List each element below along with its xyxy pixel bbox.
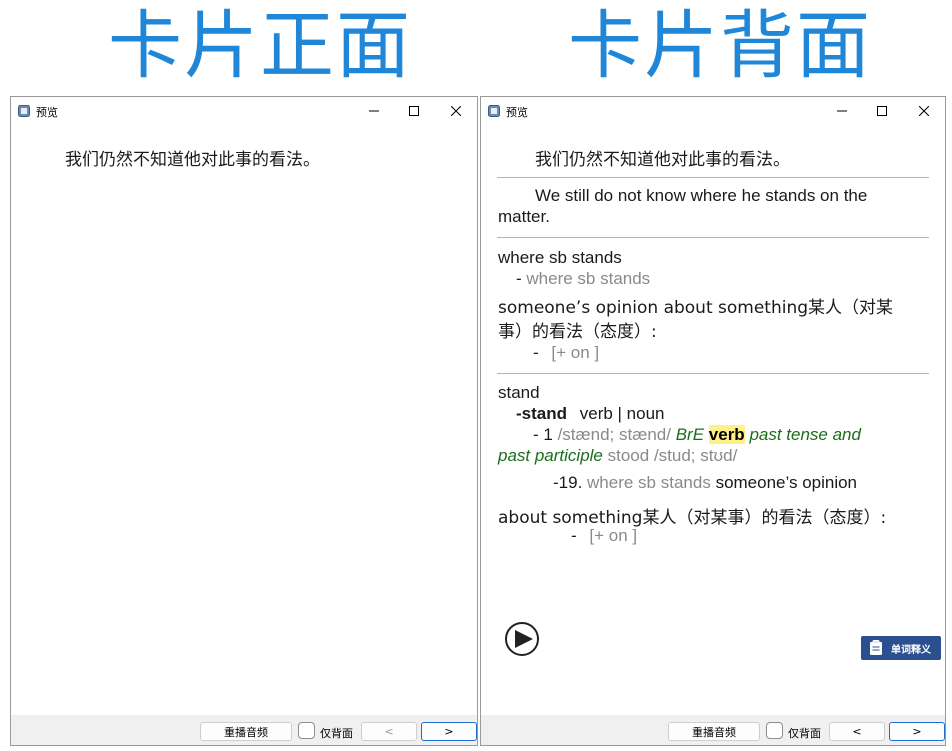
replay-audio-button[interactable]: 重播音频 xyxy=(200,722,292,741)
word-sense-def1: someone’s opinion xyxy=(715,473,858,492)
sentence-chinese: 我们仍然不知道他对此事的看法。 xyxy=(65,150,320,170)
word-definition-button[interactable]: 单词释义 xyxy=(861,636,941,660)
word-sense-def2: about something某人（对某事）的看法（态度）: xyxy=(498,508,887,528)
phrase-definition-line1: someone’s opinion about something某人（对某 xyxy=(498,298,894,318)
word-sense-line2: past participle stood /stud; stʊd/ xyxy=(498,446,737,466)
preview-window-front: 预览 我们仍然不知道他对此事的看法。 重播音频 仅背面 < > xyxy=(10,96,478,746)
divider xyxy=(497,177,929,178)
back-only-label: 仅背面 xyxy=(320,727,353,740)
divider xyxy=(497,373,929,374)
window-footer: 重播音频 仅背面 < > xyxy=(481,715,945,745)
phrase-note: - [+ on ] xyxy=(533,343,599,363)
prev-button[interactable]: < xyxy=(361,722,417,741)
word-stood: stood xyxy=(607,446,650,465)
minimize-icon xyxy=(369,110,379,112)
clipboard-icon xyxy=(870,640,882,655)
play-icon xyxy=(515,630,533,648)
word-verb-label: verb xyxy=(708,425,745,444)
sentence-english-line2: matter. xyxy=(498,207,550,226)
preview-window-back: 预览 我们仍然不知道他对此事的看法。 We still do not know … xyxy=(480,96,946,746)
word-bold: stand xyxy=(521,404,568,423)
word-sense-line1: - 1 /stænd; stænd/ BrE verb past tense a… xyxy=(533,425,861,445)
front-card-heading: 卡片正面 xyxy=(108,3,412,89)
phrase-note-text: [+ on ] xyxy=(551,343,600,362)
phrase-definition-line2: 事）的看法（态度）: xyxy=(498,322,657,342)
back-card-heading: 卡片背面 xyxy=(568,3,872,89)
window-footer: 重播音频 仅背面 < > xyxy=(11,715,477,745)
maximize-icon xyxy=(877,106,887,116)
word-sense-prefix: - 1 xyxy=(533,425,553,444)
next-button[interactable]: > xyxy=(421,722,477,741)
word-definition-label: 单词释义 xyxy=(891,644,931,656)
maximize-button[interactable] xyxy=(871,100,893,122)
maximize-button[interactable] xyxy=(403,100,425,122)
play-audio-button[interactable] xyxy=(505,622,539,656)
word-past-participle: past participle xyxy=(498,446,603,465)
close-icon xyxy=(919,106,929,116)
window-title: 预览 xyxy=(36,106,58,119)
close-button[interactable] xyxy=(445,100,467,122)
minimize-icon xyxy=(837,110,847,112)
phrase-note-prefix: - xyxy=(533,343,539,362)
word-past-tense: past tense and xyxy=(749,425,861,444)
word-sense-phrase: where sb stands xyxy=(587,473,711,492)
phrase-example: - where sb stands xyxy=(516,269,650,289)
card-back-content: 我们仍然不知道他对此事的看法。 We still do not know whe… xyxy=(481,125,945,715)
phrase-example-prefix: - xyxy=(516,269,527,288)
back-only-label: 仅背面 xyxy=(788,727,821,740)
title-bar: 预览 xyxy=(11,97,477,125)
sentence-english-line1: We still do not know where he stands on … xyxy=(535,186,868,205)
word-note-text: [+ on ] xyxy=(589,526,638,545)
maximize-icon xyxy=(409,106,419,116)
window-title: 预览 xyxy=(506,106,528,119)
sentence-chinese: 我们仍然不知道他对此事的看法。 xyxy=(535,150,790,170)
card-front-content: 我们仍然不知道他对此事的看法。 xyxy=(11,125,477,715)
title-bar: 预览 xyxy=(481,97,945,125)
back-only-checkbox[interactable] xyxy=(298,722,315,739)
divider xyxy=(497,237,929,238)
prev-button[interactable]: < xyxy=(829,722,885,741)
minimize-button[interactable] xyxy=(831,100,853,122)
close-button[interactable] xyxy=(913,100,935,122)
back-only-checkbox[interactable] xyxy=(766,722,783,739)
phrase-example-text: where sb stands xyxy=(526,269,651,288)
close-icon xyxy=(451,106,461,116)
word-note: - [+ on ] xyxy=(571,526,637,546)
replay-audio-button[interactable]: 重播音频 xyxy=(668,722,760,741)
app-icon xyxy=(488,105,500,117)
word-stood-pron: /stud; stʊd/ xyxy=(653,446,738,465)
word-sense-num: -19. xyxy=(553,473,583,492)
word-headword: stand xyxy=(498,383,540,402)
minimize-button[interactable] xyxy=(363,100,385,122)
word-pos-line: -stand verb | noun xyxy=(516,404,665,424)
word-bre: BrE xyxy=(675,425,705,444)
next-button[interactable]: > xyxy=(889,722,945,741)
word-pron: /stænd; stænd/ xyxy=(557,425,671,444)
word-note-prefix: - xyxy=(571,526,577,545)
word-sense-line3: -19. where sb stands someone’s opinion xyxy=(553,473,857,493)
phrase-headword: where sb stands xyxy=(498,248,622,267)
app-icon xyxy=(18,105,30,117)
word-pos: verb | noun xyxy=(579,404,665,423)
